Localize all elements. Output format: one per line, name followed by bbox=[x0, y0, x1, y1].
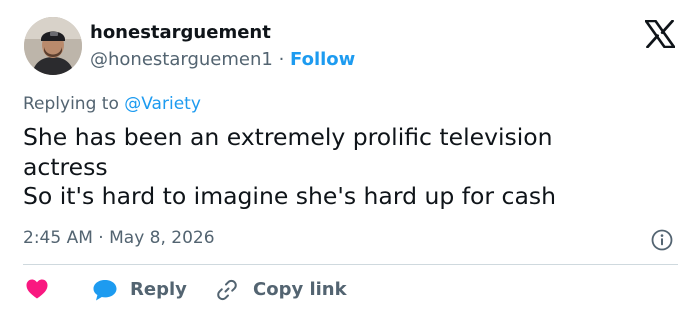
copy-link-label: Copy link bbox=[253, 279, 347, 300]
tweet-text-line: She has been an extremely prolific telev… bbox=[23, 123, 553, 151]
link-icon bbox=[217, 279, 237, 301]
x-logo-icon[interactable] bbox=[644, 19, 676, 49]
author-handle[interactable]: @honestarguemen1 bbox=[90, 49, 273, 70]
speech-bubble-icon bbox=[93, 280, 117, 301]
reply-context: Replying to @Variety bbox=[23, 94, 201, 114]
reply-label: Reply bbox=[130, 279, 187, 300]
divider bbox=[23, 264, 678, 265]
user-avatar-icon bbox=[24, 17, 82, 75]
tweet-timestamp[interactable]: 2:45 AM · May 8, 2026 bbox=[23, 228, 215, 248]
author-handle-row: @honestarguemen1 · Follow bbox=[90, 49, 355, 70]
timestamp-separator: · bbox=[92, 228, 110, 248]
tweet-date: May 8, 2026 bbox=[109, 228, 215, 248]
author-display-name[interactable]: honestarguement bbox=[90, 22, 271, 43]
tweet-text-line: actress bbox=[23, 152, 108, 181]
handle-separator: · bbox=[272, 49, 291, 70]
author-avatar[interactable] bbox=[24, 17, 82, 75]
info-icon[interactable] bbox=[651, 229, 673, 251]
like-button[interactable] bbox=[25, 278, 51, 302]
reply-mention-link[interactable]: @Variety bbox=[124, 94, 201, 114]
tweet-text-line: So it's hard to imagine she's hard up fo… bbox=[23, 182, 556, 210]
follow-button[interactable]: Follow bbox=[290, 49, 355, 70]
reply-context-prefix: Replying to bbox=[23, 94, 125, 114]
tweet-time: 2:45 AM bbox=[23, 228, 93, 248]
tweet-text: She has been an extremely prolific telev… bbox=[23, 123, 673, 212]
heart-icon bbox=[26, 279, 48, 299]
